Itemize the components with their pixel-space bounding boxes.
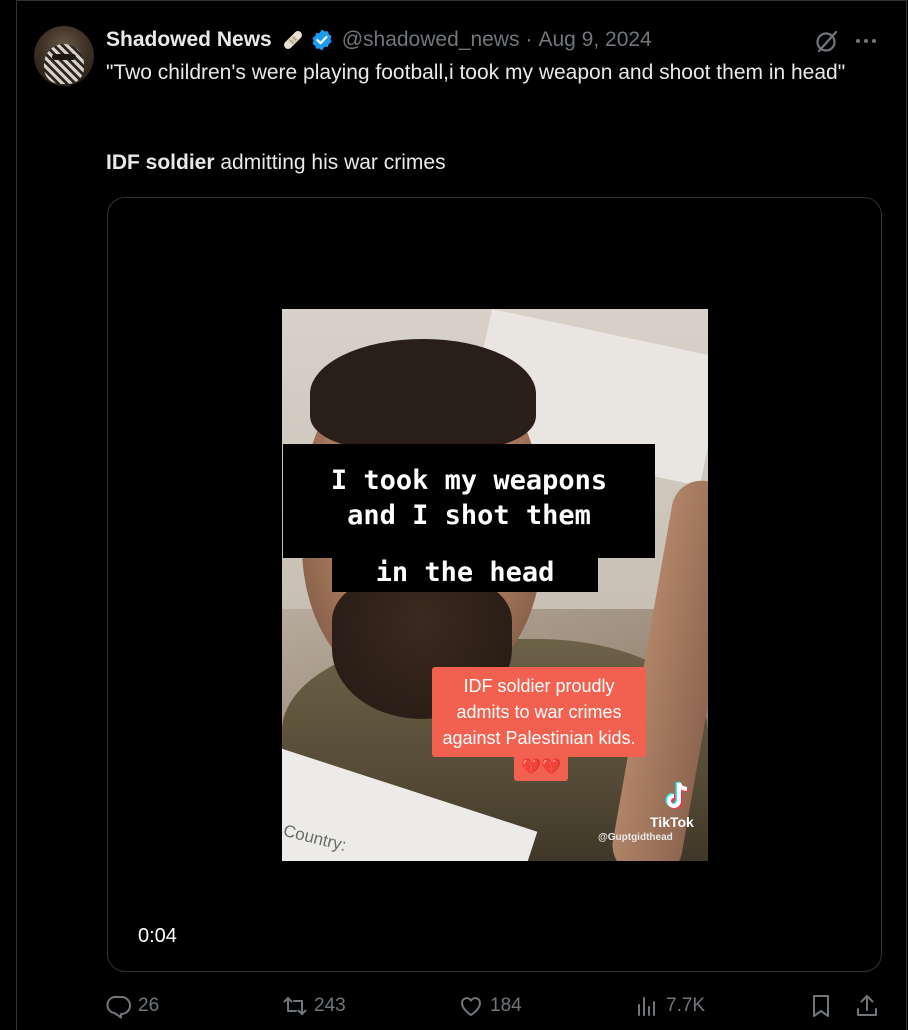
- views-button[interactable]: 7.7K: [634, 990, 705, 1022]
- bold-text: IDF soldier: [106, 151, 215, 174]
- tiktok-icon: [660, 779, 694, 813]
- video-frame[interactable]: Country: I took my weapons and I shot th…: [282, 309, 708, 861]
- broken-hearts: 💔💔: [521, 759, 561, 776]
- divider: [16, 0, 906, 1]
- overlay-text: admits to war crimes: [456, 702, 622, 722]
- avatar[interactable]: [34, 26, 94, 86]
- tweet-container: Shadowed News @shadowed_news · Aug 9, 20…: [0, 0, 908, 1030]
- like-button[interactable]: 184: [458, 990, 522, 1022]
- caption-line: and I shot them: [347, 500, 591, 531]
- grok-icon[interactable]: [814, 28, 840, 54]
- tweet-header: Shadowed News @shadowed_news · Aug 9, 20…: [106, 26, 652, 54]
- bookmark-icon: [813, 995, 829, 1017]
- bandage-icon: [280, 27, 306, 53]
- tiktok-brand: TikTok: [650, 814, 694, 830]
- share-icon: [857, 995, 877, 1016]
- caption-box: I took my weapons and I shot them: [283, 444, 655, 558]
- divider: [906, 0, 907, 1030]
- tweet-text-second-paragraph: IDF soldier admitting his war crimes: [106, 148, 446, 177]
- reply-count: 26: [138, 995, 160, 1016]
- text-rest: admitting his war crimes: [214, 151, 446, 174]
- share-button[interactable]: [854, 990, 886, 1022]
- like-count: 184: [490, 995, 522, 1016]
- reply-button[interactable]: 26: [106, 990, 159, 1022]
- like-icon: [460, 997, 482, 1016]
- action-bar: 26 243 184 7.7K: [106, 990, 886, 1022]
- separator-dot: ·: [525, 28, 533, 51]
- tweet-text: "Two children's were playing football,i …: [106, 61, 846, 84]
- verified-icon[interactable]: [310, 28, 334, 52]
- bookmark-button[interactable]: [808, 990, 840, 1022]
- overlay-text: IDF soldier proudly: [463, 676, 615, 696]
- retweet-count: 243: [314, 995, 346, 1016]
- caption-line: in the head: [375, 557, 555, 588]
- video-timestamp: 0:04: [138, 925, 177, 947]
- tiktok-username: @Guptgidthead: [598, 832, 673, 843]
- caption-line: I took my weapons: [330, 465, 608, 496]
- handle[interactable]: @shadowed_news: [342, 28, 520, 52]
- display-name[interactable]: Shadowed News: [106, 28, 272, 52]
- retweet-icon: [283, 997, 307, 1015]
- views-icon: [638, 997, 655, 1016]
- reply-icon: [106, 995, 131, 1019]
- caption-box: in the head: [332, 556, 598, 592]
- video-hair: [310, 339, 536, 449]
- video-player[interactable]: Country: I took my weapons and I shot th…: [107, 197, 882, 972]
- view-count: 7.7K: [666, 995, 706, 1016]
- tweet-date[interactable]: Aug 9, 2024: [538, 28, 651, 52]
- more-icon[interactable]: [852, 28, 880, 54]
- overlay-text: against Palestinian kids.: [442, 728, 636, 748]
- avatar-eyes: [52, 54, 76, 60]
- avatar-scarf: [44, 44, 84, 84]
- retweet-button[interactable]: 243: [282, 990, 346, 1022]
- divider: [16, 0, 17, 1030]
